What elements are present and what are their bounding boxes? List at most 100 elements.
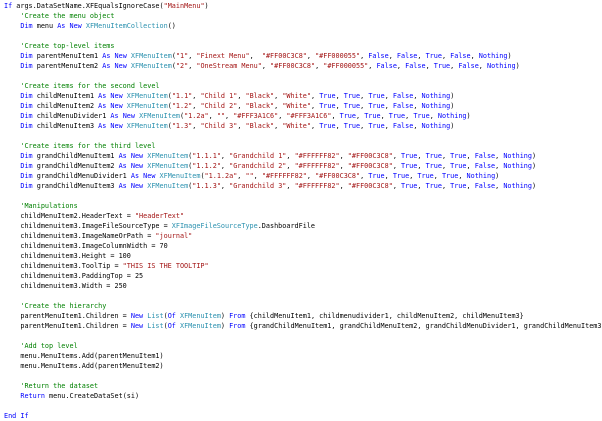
code-token: XFMenuItem <box>126 92 168 100</box>
code-token: menu <box>36 22 58 30</box>
code-token: , <box>466 182 475 190</box>
code-token: "" <box>216 112 226 120</box>
code-token: True <box>441 172 459 180</box>
code-token: XFMenuItem <box>126 102 168 110</box>
code-line: childmenuitem3.ImageNameOrPath = "journa… <box>4 231 602 241</box>
code-token: True <box>368 102 385 110</box>
code-token: Nothing <box>421 122 451 130</box>
code-token: 'Create top-level items <box>4 42 115 50</box>
code-token: Dim <box>20 182 37 190</box>
code-line: parentMenuItem1.Children = New List(Of X… <box>4 311 602 321</box>
code-line: 'Create items for the second level <box>4 81 602 91</box>
code-token: , <box>208 112 217 120</box>
code-token: False <box>396 52 418 60</box>
code-token: Dim <box>20 102 37 110</box>
code-line: Dim grandChildMenuDivider1 As New XFMenu… <box>4 171 602 181</box>
code-token: , <box>384 102 393 110</box>
code-token: childMenuItem2 <box>36 102 99 110</box>
code-token: New <box>130 322 148 330</box>
code-token: True <box>413 112 430 120</box>
code-token: parentMenuItem1 <box>36 52 103 60</box>
code-token: False <box>392 102 414 110</box>
code-token: , <box>225 112 234 120</box>
code-token: From <box>229 312 250 320</box>
code-token: As New <box>57 22 86 30</box>
code-token: , <box>458 172 467 180</box>
code-token: Nothing <box>421 92 451 100</box>
code-lines: If args.DataSetName.XFEqualsIgnoreCase("… <box>4 1 602 421</box>
code-token: "#FF000055" <box>315 52 361 60</box>
code-token: True <box>343 102 361 110</box>
code-line: Dim childMenuItem3 As New XFMenuItem("1.… <box>4 121 602 131</box>
code-token: Of <box>167 312 180 320</box>
code-token: , <box>417 152 426 160</box>
code-token: True <box>319 92 336 100</box>
code-token: Nothing <box>437 112 467 120</box>
code-token: args.DataSetName.XFEqualsIgnoreCase( <box>16 2 164 10</box>
code-token: False <box>474 162 496 170</box>
code-token: parentMenuItem2 <box>36 62 103 70</box>
code-token: , <box>339 162 348 170</box>
code-token: , <box>335 122 344 130</box>
code-token: Nothing <box>503 182 532 190</box>
code-token: .DashboardFile <box>257 222 316 230</box>
code-token: True <box>417 172 434 180</box>
code-token: , <box>392 162 401 170</box>
code-token: ) <box>515 62 520 70</box>
code-line: Dim parentMenuItem1 As New XFMenuItem("1… <box>4 51 602 61</box>
code-token: "1.3" <box>171 122 193 130</box>
code-token: True <box>319 102 336 110</box>
code-line: 'Manipulations <box>4 201 602 211</box>
code-token: As New <box>98 92 127 100</box>
code-token: "2" <box>175 62 189 70</box>
code-token: True <box>388 112 406 120</box>
code-token: , <box>384 92 393 100</box>
code-token: childMenuItem2.HeaderText = <box>4 212 135 220</box>
code-token: False <box>450 52 471 60</box>
code-token: , <box>253 172 262 180</box>
code-line: If args.DataSetName.XFEqualsIgnoreCase("… <box>4 1 602 11</box>
code-token: As New <box>118 162 148 170</box>
code-token: XFMenuItem <box>147 152 189 160</box>
code-token: 'Create items for the third level <box>4 142 156 150</box>
code-token: Dim <box>20 112 37 120</box>
code-token: , <box>441 182 451 190</box>
code-token: Nothing <box>421 102 451 110</box>
code-token: , <box>417 162 426 170</box>
code-token: "1.1" <box>171 92 193 100</box>
code-token: 'Create the hierarchy <box>4 302 107 310</box>
code-token: "Black" <box>245 92 275 100</box>
code-line: Dim grandChildMenuItem1 As New XFMenuIte… <box>4 151 602 161</box>
code-token: parentMenuItem1.Children = <box>4 312 131 320</box>
code-token: , <box>311 92 320 100</box>
code-token: As New <box>118 152 148 160</box>
code-line: Dim menu As New XFMenuItemCollection() <box>4 21 602 31</box>
code-token: ) <box>532 182 537 190</box>
code-token: Dim <box>20 52 37 60</box>
code-token: True <box>343 92 361 100</box>
code-token: ) <box>532 152 537 160</box>
code-line: childmenuitem3.Width = 250 <box>4 281 602 291</box>
code-token: "Finext Menu" <box>196 52 250 60</box>
code-token: , <box>237 102 246 110</box>
code-editor[interactable]: If args.DataSetName.XFEqualsIgnoreCase("… <box>0 0 602 420</box>
code-token: 'Return the dataset <box>4 382 99 390</box>
code-token: , <box>392 182 401 190</box>
code-token: True <box>339 112 356 120</box>
code-token: True <box>392 172 410 180</box>
code-token: "journal" <box>155 232 193 240</box>
code-token: "Grandchild 2" <box>229 162 287 170</box>
code-token: "#FFF3A1C6" <box>286 112 332 120</box>
code-token: "White" <box>282 122 311 130</box>
code-token: , <box>335 92 344 100</box>
code-token: XFMenuItem <box>130 52 172 60</box>
code-token: {childMenuItem1, childmenudivider1, chil… <box>249 312 524 320</box>
code-token: childmenuitem3.Width = 250 <box>4 282 127 290</box>
code-token: "#FFFFFF82" <box>294 182 340 190</box>
